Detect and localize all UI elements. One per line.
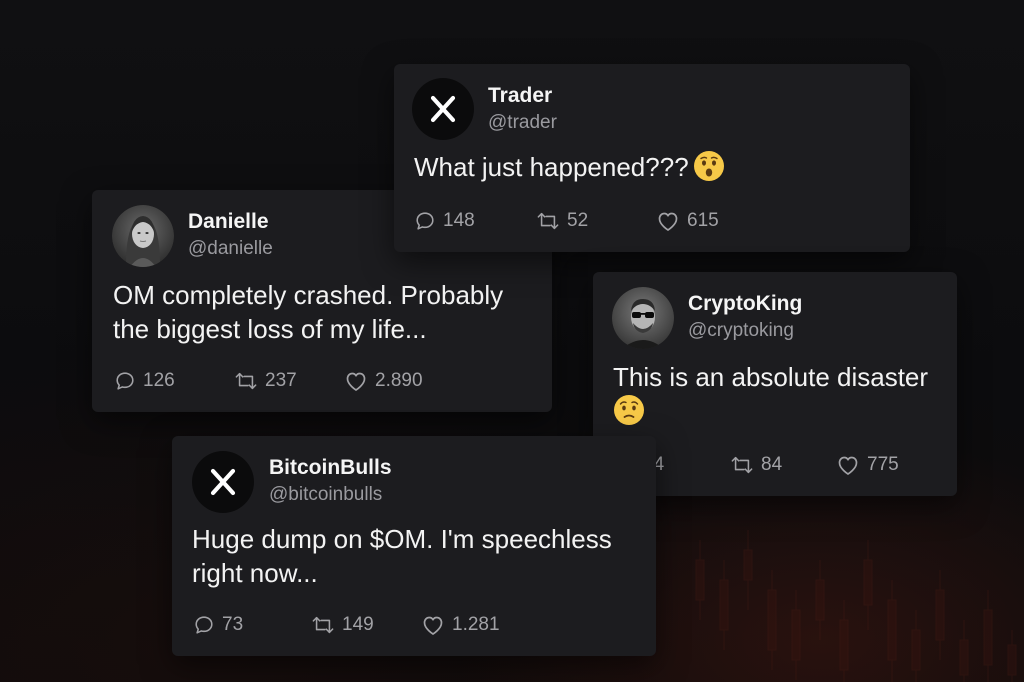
retweet-count: 52 <box>567 210 589 231</box>
hushed-face-icon <box>693 150 725 190</box>
avatar[interactable] <box>192 451 254 513</box>
retweet-count: 84 <box>761 454 783 475</box>
tweet-actions: 73 149 1.281 <box>193 614 500 636</box>
reply-icon <box>416 212 434 230</box>
user-handle[interactable]: @cryptoking <box>688 320 794 342</box>
like-count: 775 <box>867 454 899 475</box>
reply-count: 73 <box>222 614 244 635</box>
tweet-actions: 126 237 2.890 <box>114 370 423 392</box>
retweet-button[interactable]: 84 <box>730 454 836 476</box>
user-handle[interactable]: @danielle <box>188 238 273 260</box>
tweet-text-line: OM completely crashed. Probably <box>113 280 504 310</box>
like-icon <box>838 456 858 475</box>
avatar[interactable] <box>412 78 474 140</box>
worried-face-icon <box>613 394 645 434</box>
tweet-collage: Danielle @danielle OM completely crashed… <box>0 0 1024 682</box>
like-icon <box>658 212 678 231</box>
tweet-actions: 148 52 615 <box>414 210 719 232</box>
display-name[interactable]: BitcoinBulls <box>269 456 392 480</box>
user-handle[interactable]: @trader <box>488 112 557 134</box>
reply-icon <box>195 616 213 634</box>
tweet-text: OM completely crashed. Probably the bigg… <box>113 278 543 346</box>
avatar[interactable] <box>612 287 674 349</box>
tweet-actions: 34 84 775 <box>614 454 899 476</box>
reply-button[interactable]: 73 <box>193 614 311 636</box>
like-count: 615 <box>687 210 719 231</box>
retweet-icon <box>731 456 753 474</box>
x-logo-icon <box>430 95 456 123</box>
tweet-text: Huge dump on $OM. I'm speechless right n… <box>192 522 652 590</box>
reply-count: 148 <box>443 210 475 231</box>
retweet-count: 237 <box>265 370 297 391</box>
like-button[interactable]: 2.890 <box>344 370 423 392</box>
retweet-button[interactable]: 149 <box>311 614 421 636</box>
tweet-text-line: What just happened??? <box>414 152 689 182</box>
tweet-card-bitcoinbulls[interactable]: BitcoinBulls @bitcoinbulls Huge dump on … <box>172 436 656 656</box>
reply-button[interactable]: 148 <box>414 210 536 232</box>
reply-count: 126 <box>143 370 175 391</box>
retweet-count: 149 <box>342 614 374 635</box>
display-name[interactable]: CryptoKing <box>688 292 802 316</box>
background-candlestick-chart <box>695 530 1017 682</box>
retweet-button[interactable]: 52 <box>536 210 656 232</box>
retweet-icon <box>537 212 559 230</box>
x-logo-icon <box>210 468 236 496</box>
tweet-text: This is an absolute disaster <box>613 360 953 434</box>
reply-button[interactable]: 126 <box>114 370 234 392</box>
tweet-card-trader[interactable]: Trader @trader What just happened??? 148… <box>394 64 910 252</box>
like-count: 1.281 <box>452 614 500 635</box>
woman-photo-icon <box>112 205 174 267</box>
like-count: 2.890 <box>375 370 423 391</box>
like-icon <box>423 616 443 635</box>
man-sunglasses-photo-icon <box>612 287 674 349</box>
tweet-text-line: right now... <box>192 558 318 588</box>
like-button[interactable]: 615 <box>656 210 719 232</box>
like-icon <box>346 372 366 391</box>
retweet-icon <box>312 616 334 634</box>
user-handle[interactable]: @bitcoinbulls <box>269 484 382 506</box>
display-name[interactable]: Trader <box>488 84 552 108</box>
tweet-text: What just happened??? <box>414 150 894 190</box>
retweet-icon <box>235 372 257 390</box>
like-button[interactable]: 1.281 <box>421 614 500 636</box>
retweet-button[interactable]: 237 <box>234 370 344 392</box>
tweet-text-line: Huge dump on $OM. I'm speechless <box>192 524 612 554</box>
like-button[interactable]: 775 <box>836 454 899 476</box>
avatar[interactable] <box>112 205 174 267</box>
reply-icon <box>116 372 134 390</box>
tweet-text-line: the biggest loss of my life... <box>113 314 427 344</box>
tweet-text-line: This is an absolute disaster <box>613 362 929 392</box>
display-name[interactable]: Danielle <box>188 210 269 234</box>
